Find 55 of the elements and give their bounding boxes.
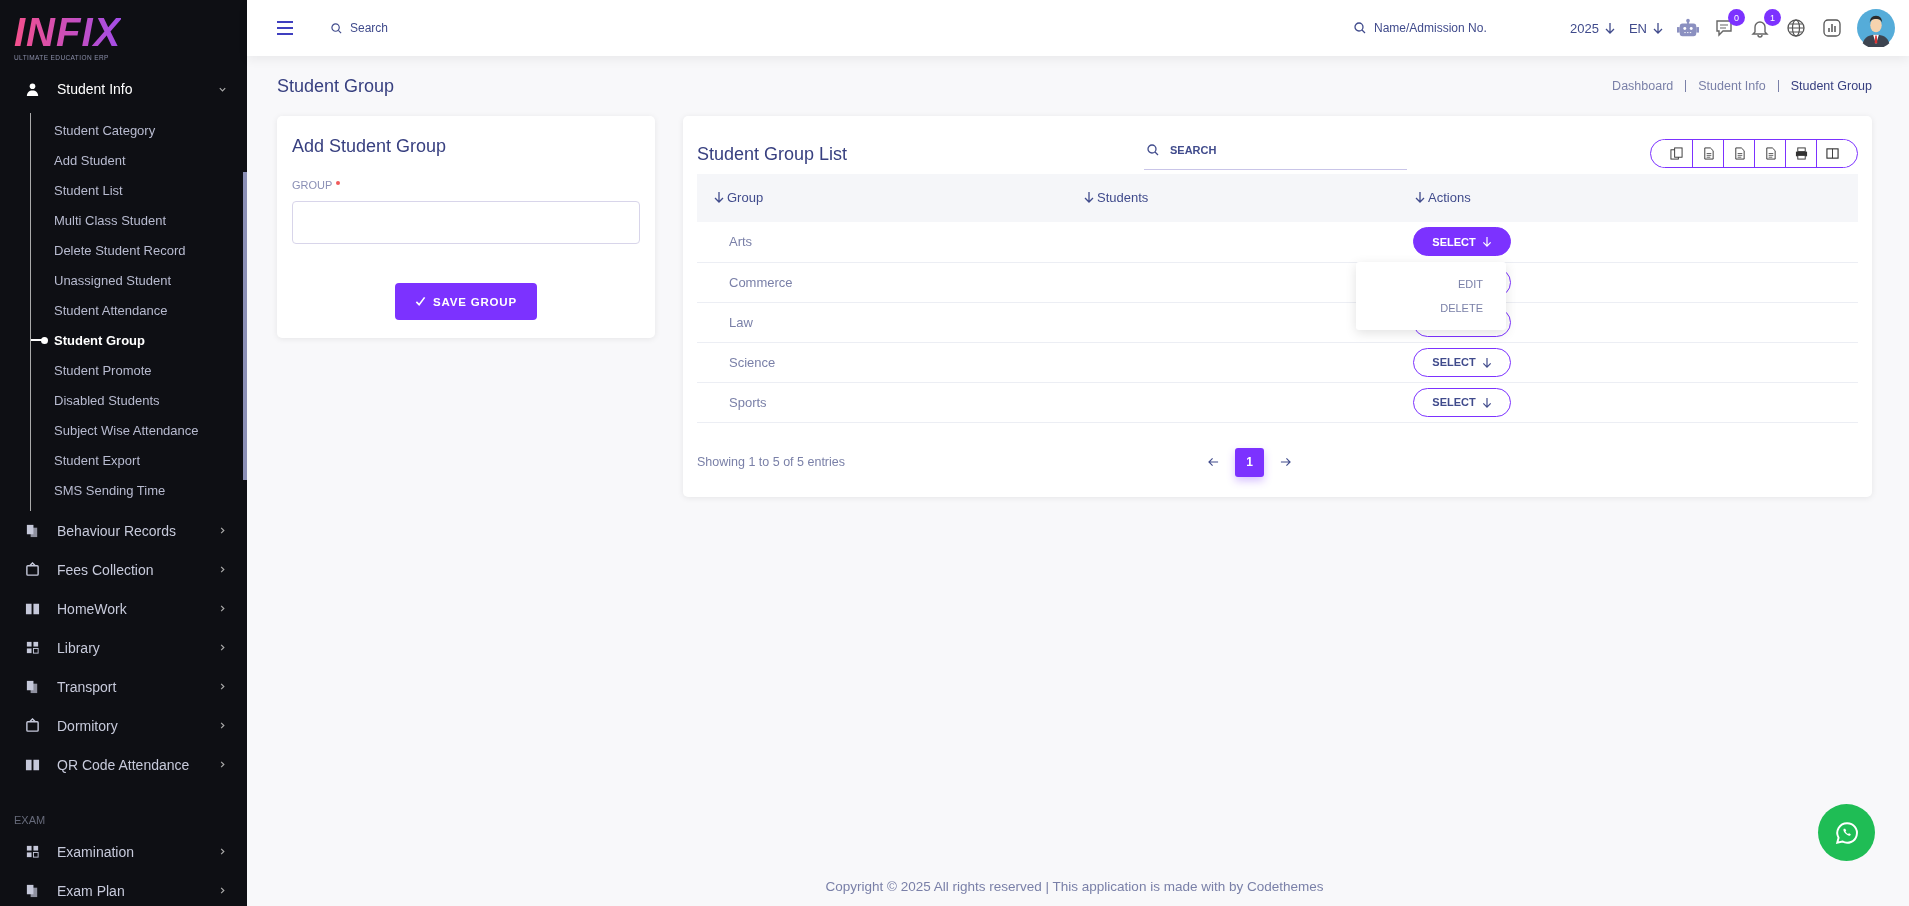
card-title: Add Student Group [292,136,448,157]
nav-item[interactable]: Examination [0,832,247,871]
submenu-item[interactable]: SMS Sending Time [31,475,247,505]
nav-item[interactable]: Exam Plan [0,871,247,906]
nav-item[interactable]: Fees Collection [0,550,247,589]
breadcrumb-link[interactable]: Student Group [1790,79,1872,93]
select-button[interactable]: SELECT [1413,227,1511,257]
column-header[interactable]: Actions [1415,189,1471,205]
submenu-item[interactable]: Student List [31,175,247,205]
submenu-item[interactable]: Student Promote [31,355,247,385]
year-dropdown[interactable]: 2025 [1570,20,1615,36]
nav-item[interactable]: QR Code Attendance [0,745,247,784]
field-label: GROUP [292,179,640,191]
table-cell-text: Science [728,354,776,370]
table-cell-text: Sports [728,394,767,410]
select-button[interactable]: SELECT [1413,347,1511,377]
table-cell-text: Commerce [728,274,793,290]
nav-item[interactable]: HomeWork [0,589,247,628]
nav-item[interactable]: Student Info [0,65,247,113]
table-cell-text: Law [728,314,753,330]
submenu-item[interactable]: Unassigned Student [31,265,247,295]
student-search-field[interactable]: Name/Admission No. [1372,20,1526,36]
section-label: EXAM [14,814,47,826]
table-cell-text: Arts [728,234,753,250]
page-title: Student Group [277,75,395,97]
menu-item[interactable]: EDIT [1434,272,1506,297]
entries-summary: Showing 1 to 5 of 5 entries [697,455,846,469]
notification-count-badge: 1 [1764,9,1781,26]
submenu-item[interactable]: Student Category [31,115,247,145]
nav-item[interactable]: Dormitory [0,706,247,745]
save-button[interactable]: SAVE GROUP [395,283,537,320]
column-header[interactable]: Students [1084,189,1149,205]
column-header[interactable]: Group [714,189,764,205]
submenu-item[interactable]: Student Group [31,325,247,355]
footer-text: Copyright © 2025 All rights reserved | This application is made with by Codethemes [824,879,1325,894]
breadcrumb-link[interactable]: Student Info [1698,79,1766,93]
nav-item[interactable]: Transport [0,667,247,706]
submenu-item[interactable]: Student Attendance [31,295,247,325]
message-count-badge: 0 [1728,9,1745,26]
table-search-field[interactable]: SEARCH [1168,142,1325,157]
select-button[interactable]: SELECT [1413,387,1511,417]
nav-item[interactable]: Behaviour Records [0,511,247,550]
submenu-item[interactable]: Disabled Students [31,385,247,415]
submenu-item[interactable]: Student Export [31,445,247,475]
search-field[interactable]: Search [348,20,432,36]
language-dropdown[interactable]: EN [1628,20,1663,36]
submenu-item[interactable]: Subject Wise Attendance [31,415,247,445]
menu-item[interactable]: DELETE [1417,296,1506,321]
card-title: Student Group List [697,143,849,165]
submenu-item[interactable]: Multi Class Student [31,205,247,235]
breadcrumb-link[interactable]: Dashboard [1612,79,1674,93]
page-button[interactable]: 1 [1235,447,1264,477]
submenu-item[interactable]: Add Student [31,145,247,175]
nav-item[interactable]: Library [0,628,247,667]
submenu-item[interactable]: Delete Student Record [31,235,247,265]
